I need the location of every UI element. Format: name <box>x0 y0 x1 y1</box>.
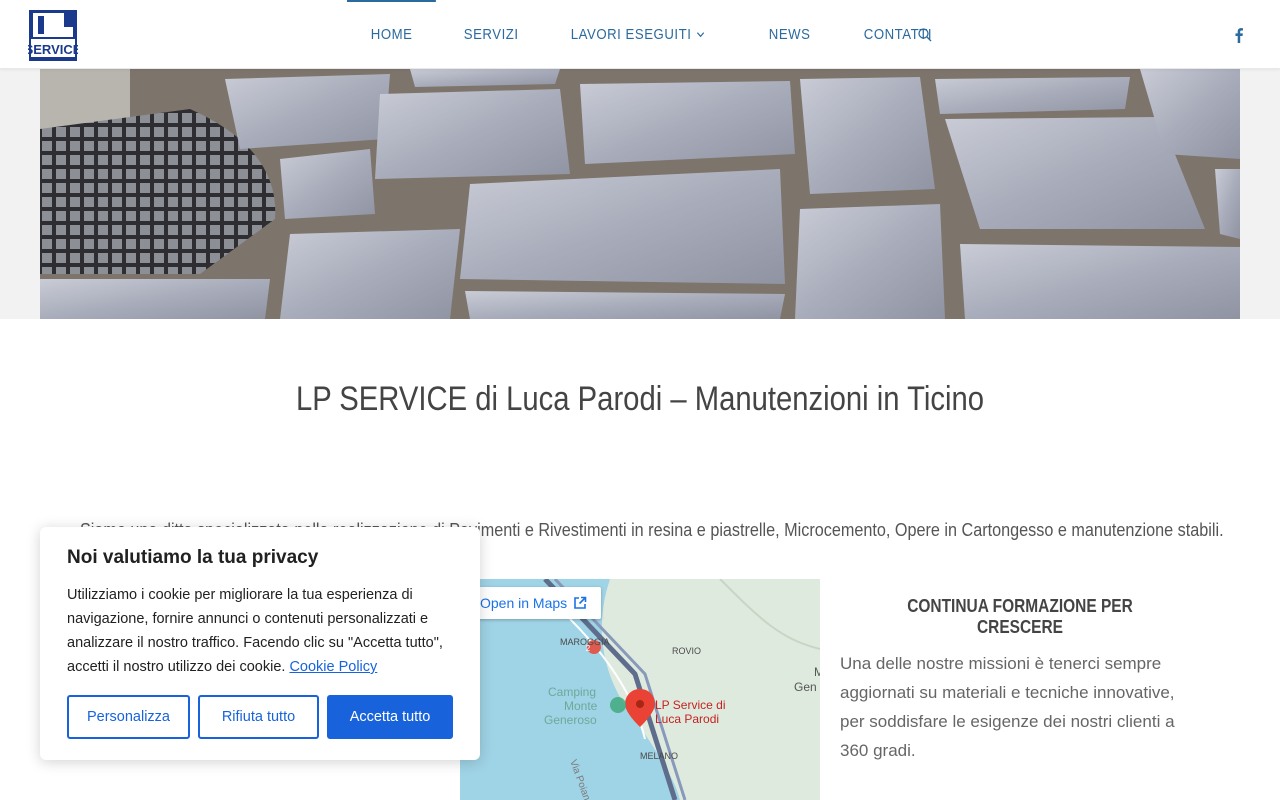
nav-home[interactable]: HOME <box>347 0 437 69</box>
nav-contatti[interactable]: CONTATTI <box>840 0 956 69</box>
cookie-consent-banner: Noi valutiamo la tua privacy Utilizziamo… <box>40 527 480 760</box>
nav-home-label: HOME <box>370 26 413 43</box>
logo[interactable]: SERVICE <box>28 9 78 62</box>
site-header: SERVICE HOME SERVIZI LAVORI ESEGUITI NEW… <box>0 0 1280 69</box>
map-pin-label-1: LP Service di <box>655 698 725 712</box>
map-place-maroggia: MAROGGIA <box>560 637 610 647</box>
cookie-policy-link[interactable]: Cookie Policy <box>289 659 377 675</box>
nav-lavori-eseguiti[interactable]: LAVORI ESEGUITI <box>547 0 728 69</box>
map-place-camping: Camping <box>548 685 596 699</box>
cookie-title: Noi valutiamo la tua privacy <box>67 547 319 568</box>
cookie-buttons: Personalizza Rifiuta tutto Accetta tutto <box>67 695 453 739</box>
nav-servizi-label: SERVIZI <box>464 26 519 43</box>
hero-image <box>40 69 1240 319</box>
search-icon[interactable] <box>917 27 933 43</box>
map-pin-label-2: Luca Parodi <box>655 712 719 726</box>
nav-news-label: NEWS <box>768 26 811 43</box>
nav-news[interactable]: NEWS <box>745 0 834 69</box>
map-place-generoso: Generoso <box>544 713 597 727</box>
map-place-monte: Monte <box>564 699 598 713</box>
open-in-maps-label: Open in Maps <box>480 595 568 611</box>
map-place-rovio: ROVIO <box>672 646 701 656</box>
nav-lavori-label: LAVORI ESEGUITI <box>570 26 692 43</box>
cookie-text: Utilizziamo i cookie per migliorare la t… <box>67 583 453 679</box>
external-link-icon <box>574 596 587 609</box>
side-section-text: Una delle nostre missioni è tenerci semp… <box>840 654 1175 760</box>
accept-all-button[interactable]: Accetta tutto <box>327 695 453 739</box>
map-place-m: M <box>814 665 820 679</box>
side-section-title: CONTINUA FORMAZIONE PER CRESCERE <box>907 596 1133 637</box>
nav-servizi[interactable]: SERVIZI <box>440 0 542 69</box>
stone-paving-image <box>40 69 1240 319</box>
map-place-gen: Gen <box>794 680 817 694</box>
map-place-melano: MELANO <box>640 751 678 761</box>
main-nav: HOME SERVIZI LAVORI ESEGUITI NEWS CONTAT… <box>347 0 972 69</box>
open-in-maps-button[interactable]: Open in Maps <box>474 587 602 619</box>
reject-all-button[interactable]: Rifiuta tutto <box>198 695 319 739</box>
facebook-icon[interactable] <box>1232 27 1246 43</box>
page-title: LP SERVICE di Luca Parodi – Manutenzioni… <box>295 380 985 418</box>
chevron-down-icon <box>696 26 704 43</box>
customize-button[interactable]: Personalizza <box>67 695 190 739</box>
map-embed[interactable]: 2 MAROGGIA ROVIO Camping Monte Generoso … <box>460 579 820 800</box>
logo-text: SERVICE <box>28 42 78 57</box>
cookie-body: Utilizziamo i cookie per migliorare la t… <box>67 587 443 675</box>
